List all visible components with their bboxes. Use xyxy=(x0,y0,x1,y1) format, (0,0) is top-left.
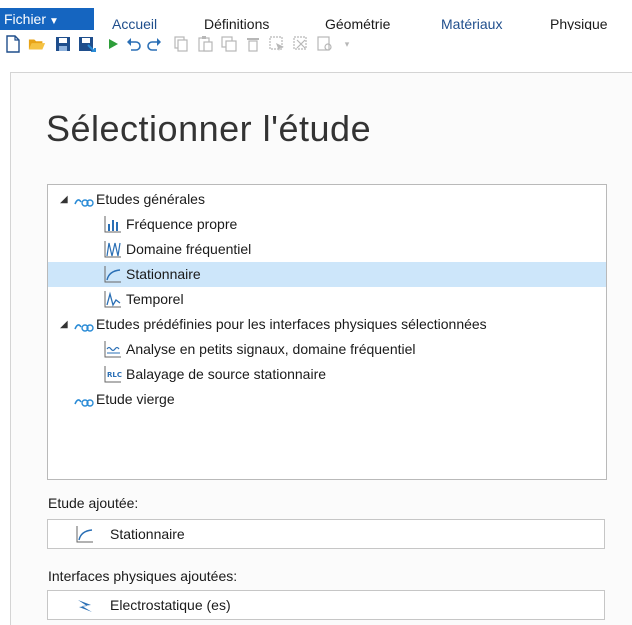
study-tree: ◢ Etudes générales Fréquence propre Doma… xyxy=(47,184,607,480)
duplicate-icon[interactable] xyxy=(220,35,238,53)
run-icon[interactable] xyxy=(104,35,122,53)
tree-item-label: Fréquence propre xyxy=(126,216,238,232)
open-folder-icon[interactable] xyxy=(28,35,46,53)
paste-icon[interactable] xyxy=(196,35,214,53)
tree-item-eigenfrequency[interactable]: Fréquence propre xyxy=(48,212,606,237)
tree-item-label: Etude vierge xyxy=(96,391,175,407)
filter-icon[interactable] xyxy=(316,35,334,53)
study-group-icon xyxy=(74,317,94,334)
stationary-study-icon xyxy=(104,266,122,283)
tree-item-label: Etudes générales xyxy=(96,191,205,207)
added-physics-value: Electrostatique (es) xyxy=(110,597,231,613)
new-file-icon[interactable] xyxy=(4,35,22,53)
time-dependent-icon xyxy=(104,291,122,308)
tree-item-source-sweep[interactable]: RLC Balayage de source stationnaire xyxy=(48,362,606,387)
save-as-icon[interactable] xyxy=(78,35,96,53)
dropdown-icon[interactable]: ▾ xyxy=(338,35,356,53)
frequency-domain-icon xyxy=(104,241,122,258)
tree-group-general-studies[interactable]: ◢ Etudes générales xyxy=(48,187,606,212)
tree-item-frequency-domain[interactable]: Domaine fréquentiel xyxy=(48,237,606,262)
deselect-icon[interactable] xyxy=(292,35,310,53)
tree-item-stationary[interactable]: Stationnaire xyxy=(48,262,606,287)
tab-file-label: Fichier xyxy=(4,11,47,27)
tree-item-label: Etudes prédéfinies pour les interfaces p… xyxy=(96,316,487,332)
study-group-icon xyxy=(74,192,94,209)
tree-group-preset-studies[interactable]: ◢ Etudes prédéfinies pour les interfaces… xyxy=(48,312,606,337)
tree-item-label: Temporel xyxy=(126,291,184,307)
svg-text:RLC: RLC xyxy=(107,371,122,379)
quick-access-toolbar: ▾ xyxy=(0,30,632,60)
added-physics-heading: Interfaces physiques ajoutées: xyxy=(48,568,238,584)
expand-toggle-icon[interactable]: ◢ xyxy=(60,187,68,212)
copy-icon[interactable] xyxy=(172,35,190,53)
tree-item-label: Stationnaire xyxy=(126,266,201,282)
added-study-box[interactable]: Stationnaire xyxy=(47,519,605,549)
added-study-heading: Etude ajoutée: xyxy=(48,495,139,511)
stationary-study-icon xyxy=(76,526,94,543)
rlc-sweep-icon: RLC xyxy=(104,366,122,383)
tree-item-label: Analyse en petits signaux, domaine fréqu… xyxy=(126,341,416,357)
electrostatics-icon xyxy=(76,597,94,614)
tree-item-time-dependent[interactable]: Temporel xyxy=(48,287,606,312)
undo-icon[interactable] xyxy=(124,35,142,53)
added-physics-box[interactable]: Electrostatique (es) xyxy=(47,590,605,620)
tree-item-empty-study[interactable]: Etude vierge xyxy=(48,387,606,412)
save-icon[interactable] xyxy=(54,35,72,53)
study-group-icon xyxy=(74,392,94,409)
delete-icon[interactable] xyxy=(244,35,262,53)
tab-file[interactable]: Fichier ▼ xyxy=(0,8,94,30)
select-icon[interactable] xyxy=(268,35,286,53)
expand-toggle-icon[interactable]: ◢ xyxy=(60,312,68,337)
redo-icon[interactable] xyxy=(146,35,164,53)
tree-item-label: Balayage de source stationnaire xyxy=(126,366,327,382)
ribbon-tabs: Fichier ▼ Accueil Définitions Géométrie M… xyxy=(0,0,632,32)
tree-item-small-signal[interactable]: Analyse en petits signaux, domaine fréqu… xyxy=(48,337,606,362)
small-signal-icon xyxy=(104,341,122,358)
tree-item-label: Domaine fréquentiel xyxy=(126,241,252,257)
chevron-down-icon: ▼ xyxy=(49,16,59,27)
eigenfrequency-icon xyxy=(104,216,122,233)
page-title: Sélectionner l'étude xyxy=(46,108,372,149)
added-study-value: Stationnaire xyxy=(110,526,185,542)
